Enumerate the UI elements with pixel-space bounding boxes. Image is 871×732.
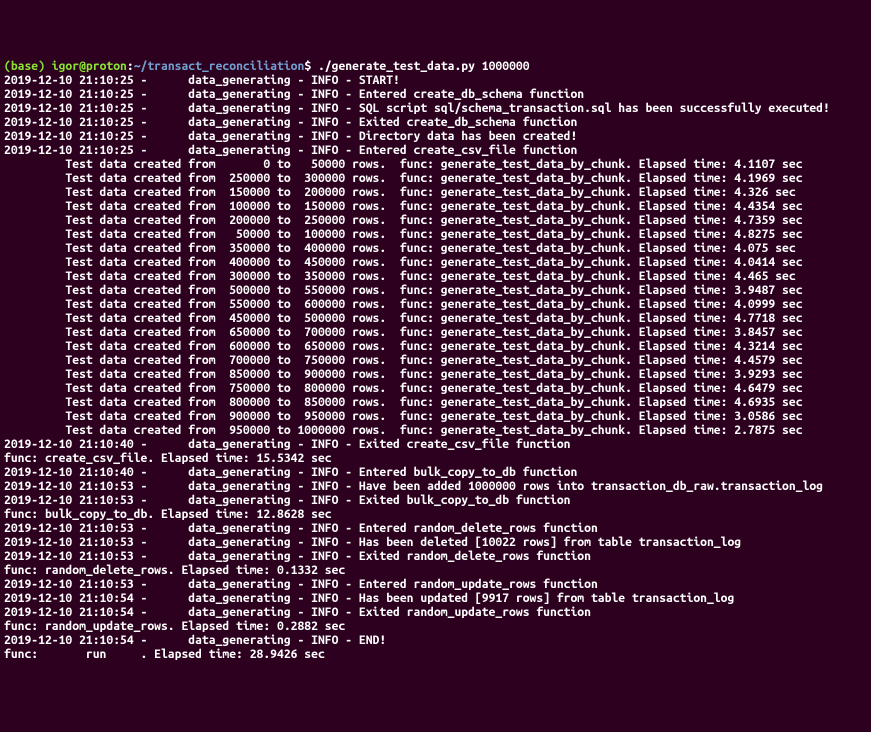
log-line: func: run . Elapsed time: 28.9426 sec <box>4 648 325 661</box>
log-line: 2019-12-10 21:10:25 - data_generating - … <box>4 74 400 87</box>
prompt-line: (base) igor@proton:~/transact_reconcilia… <box>4 60 530 73</box>
log-line: Test data created from 200000 to 250000 … <box>4 214 803 227</box>
log-line: 2019-12-10 21:10:25 - data_generating - … <box>4 116 577 129</box>
log-line: Test data created from 550000 to 600000 … <box>4 298 803 311</box>
log-line: 2019-12-10 21:10:53 - data_generating - … <box>4 550 591 563</box>
log-line: Test data created from 0 to 50000 rows. … <box>4 158 803 171</box>
command-text: ./generate_test_data.py 1000000 <box>318 60 530 73</box>
log-line: 2019-12-10 21:10:25 - data_generating - … <box>4 102 830 115</box>
terminal-output[interactable]: (base) igor@proton:~/transact_reconcilia… <box>4 60 867 662</box>
log-line: Test data created from 600000 to 650000 … <box>4 340 803 353</box>
log-line: 2019-12-10 21:10:53 - data_generating - … <box>4 522 598 535</box>
log-line: 2019-12-10 21:10:40 - data_generating - … <box>4 466 577 479</box>
prompt-env: (base) <box>4 60 45 73</box>
prompt-host: proton <box>86 60 127 73</box>
log-line: func: create_csv_file. Elapsed time: 15.… <box>4 452 332 465</box>
log-line: Test data created from 950000 to 1000000… <box>4 424 803 437</box>
log-line: Test data created from 500000 to 550000 … <box>4 284 803 297</box>
log-line: 2019-12-10 21:10:53 - data_generating - … <box>4 578 598 591</box>
log-line: 2019-12-10 21:10:53 - data_generating - … <box>4 480 823 493</box>
log-line: Test data created from 800000 to 850000 … <box>4 396 803 409</box>
log-line: func: random_delete_rows. Elapsed time: … <box>4 564 345 577</box>
log-line: 2019-12-10 21:10:53 - data_generating - … <box>4 494 570 507</box>
log-line: Test data created from 400000 to 450000 … <box>4 256 803 269</box>
log-line: Test data created from 250000 to 300000 … <box>4 172 803 185</box>
log-line: 2019-12-10 21:10:25 - data_generating - … <box>4 144 577 157</box>
log-line: Test data created from 700000 to 750000 … <box>4 354 803 367</box>
log-line: 2019-12-10 21:10:54 - data_generating - … <box>4 592 734 605</box>
log-line: func: random_update_rows. Elapsed time: … <box>4 620 345 633</box>
log-line: 2019-12-10 21:10:53 - data_generating - … <box>4 536 741 549</box>
log-line: 2019-12-10 21:10:54 - data_generating - … <box>4 634 386 647</box>
log-line: Test data created from 900000 to 950000 … <box>4 410 803 423</box>
log-line: Test data created from 450000 to 500000 … <box>4 312 803 325</box>
log-line: 2019-12-10 21:10:25 - data_generating - … <box>4 130 577 143</box>
log-line: Test data created from 350000 to 400000 … <box>4 242 796 255</box>
log-line: Test data created from 100000 to 150000 … <box>4 200 803 213</box>
prompt-user: igor <box>52 60 79 73</box>
log-line: Test data created from 150000 to 200000 … <box>4 186 796 199</box>
log-line: Test data created from 750000 to 800000 … <box>4 382 803 395</box>
prompt-colon: : <box>127 60 134 73</box>
log-line: 2019-12-10 21:10:40 - data_generating - … <box>4 438 570 451</box>
prompt-dollar: $ <box>304 60 311 73</box>
log-line: Test data created from 850000 to 900000 … <box>4 368 803 381</box>
log-line: func: bulk_copy_to_db. Elapsed time: 12.… <box>4 508 332 521</box>
log-line: 2019-12-10 21:10:54 - data_generating - … <box>4 606 591 619</box>
log-line: Test data created from 50000 to 100000 r… <box>4 228 803 241</box>
log-line: Test data created from 300000 to 350000 … <box>4 270 796 283</box>
prompt-path: ~/transact_reconciliation <box>134 60 305 73</box>
prompt-at: @ <box>79 60 86 73</box>
log-line: 2019-12-10 21:10:25 - data_generating - … <box>4 88 584 101</box>
log-line: Test data created from 650000 to 700000 … <box>4 326 803 339</box>
